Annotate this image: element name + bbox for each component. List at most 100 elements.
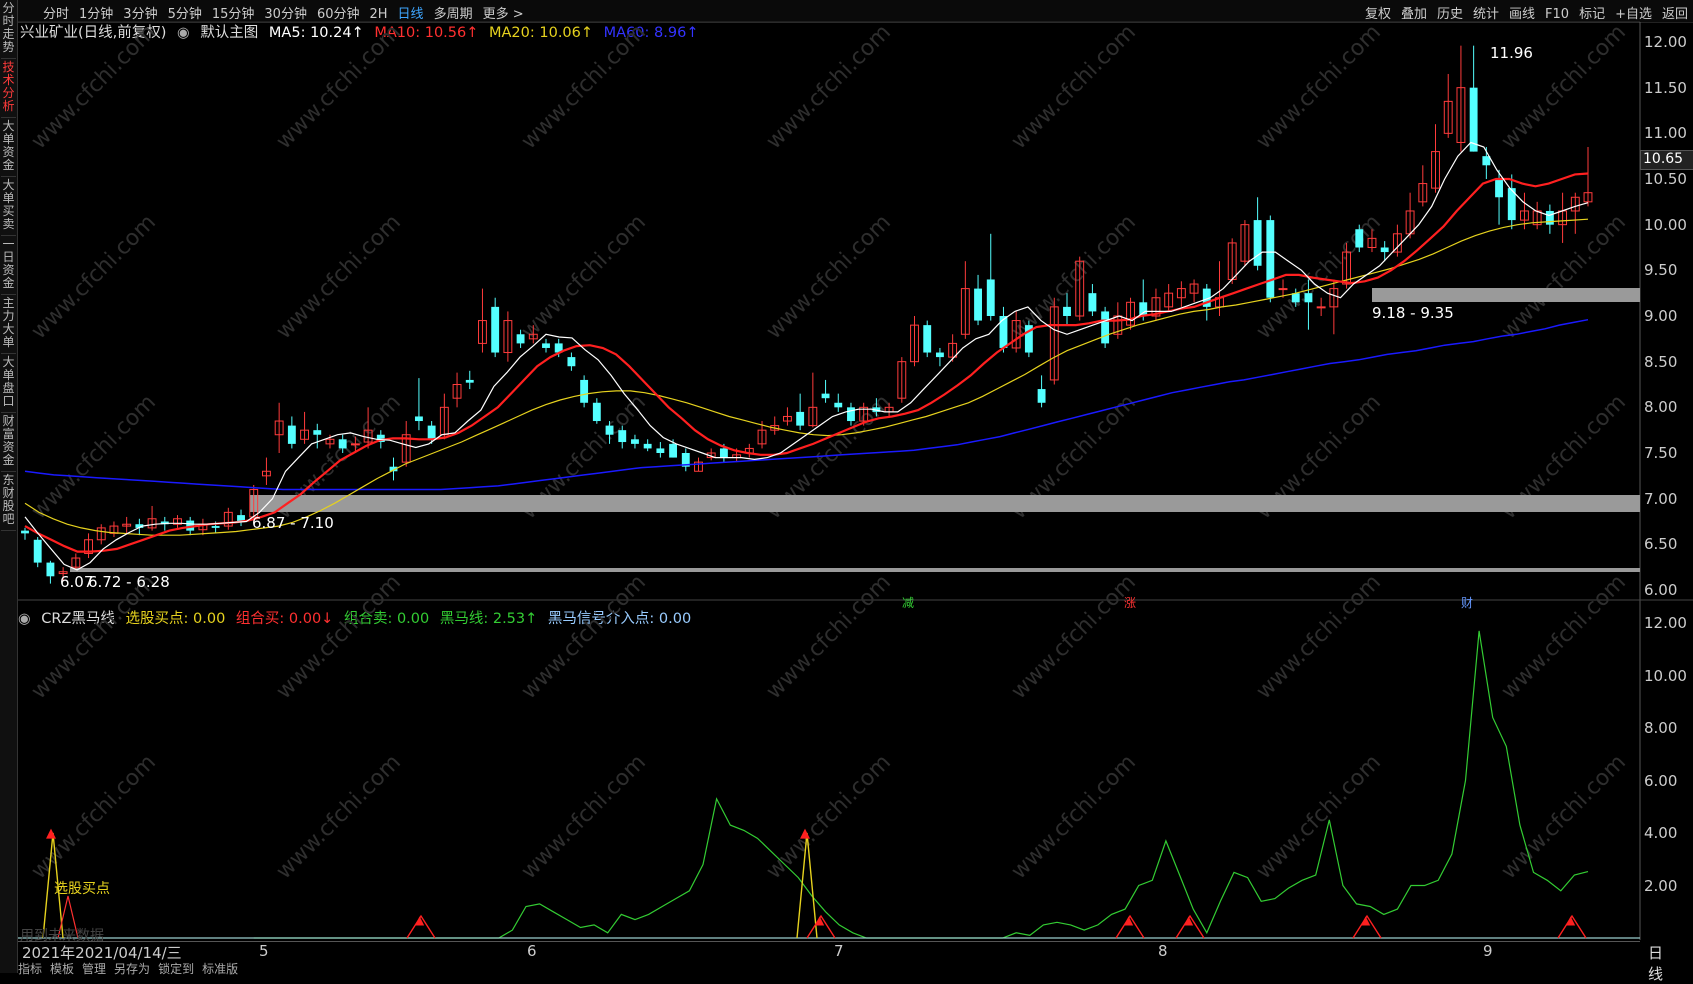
bottom-tab[interactable]: 锁定到 bbox=[158, 962, 194, 976]
red-arrow-icon: ▲ bbox=[1124, 913, 1134, 927]
sidebar-item[interactable]: 技术分析 bbox=[1, 61, 16, 118]
low-label: 6.07 bbox=[60, 573, 93, 591]
chart-canvas[interactable]: www.cfchi.com www.cfchi.com www.cfchi.com w… bbox=[0, 0, 1693, 973]
candle-body bbox=[782, 415, 792, 422]
sidebar-item[interactable]: 主力大单 bbox=[1, 297, 16, 354]
buy-spike bbox=[42, 832, 64, 939]
zhs-value: 组合卖: 0.00 bbox=[343, 611, 430, 627]
settings-icon[interactable]: ◉ bbox=[177, 25, 190, 41]
watermark-text: www.cfchi.com bbox=[517, 210, 651, 344]
candle-body bbox=[1392, 233, 1402, 253]
candle-body bbox=[821, 393, 830, 399]
stock-title: 兴业矿业(日线,前复权) bbox=[20, 25, 167, 41]
toolbar-action[interactable]: 历史 bbox=[1432, 0, 1468, 25]
candle-body bbox=[1037, 389, 1046, 403]
candle-body bbox=[1240, 224, 1250, 262]
candle-body bbox=[338, 439, 347, 449]
toolbar-action[interactable]: 叠加 bbox=[1396, 0, 1432, 25]
indicator-name[interactable]: CRZ黑马线 bbox=[41, 611, 115, 627]
current-price-tag: 10.65 bbox=[1640, 150, 1693, 170]
bottom-tab[interactable]: 模板 bbox=[50, 962, 74, 976]
settings-icon[interactable]: ◉ bbox=[18, 611, 31, 627]
candle-body bbox=[1583, 192, 1593, 203]
ma10-line bbox=[24, 172, 1589, 553]
candle-body bbox=[643, 443, 652, 449]
month-label: 7 bbox=[834, 942, 844, 960]
candle-body bbox=[732, 454, 742, 459]
price-tick: 7.00 bbox=[1644, 489, 1678, 508]
sidebar-item[interactable]: 大单买卖 bbox=[1, 179, 16, 236]
main-chart-label[interactable]: 默认主图 bbox=[200, 25, 258, 41]
sidebar-item[interactable]: 一日资金 bbox=[1, 238, 16, 295]
candle-body bbox=[1520, 210, 1529, 221]
watermark-text: www.cfchi.com bbox=[27, 210, 161, 344]
sub-tick: 8.00 bbox=[1644, 719, 1678, 737]
toolbar-action[interactable]: 画线 bbox=[1504, 0, 1540, 25]
sidebar-item[interactable]: 大单盘口 bbox=[1, 356, 16, 413]
candle-body bbox=[834, 402, 843, 408]
candle-body bbox=[1507, 188, 1516, 221]
toolbar-action[interactable]: 统计 bbox=[1468, 0, 1504, 25]
candle-body bbox=[376, 434, 385, 443]
candle-body bbox=[1342, 251, 1352, 285]
watermark-text: www.cfchi.com bbox=[1252, 390, 1386, 524]
watermark-text: www.cfchi.com bbox=[272, 390, 406, 524]
toolbar-action[interactable]: 标记 bbox=[1574, 0, 1610, 25]
sidebar-item[interactable]: 分时走势 bbox=[1, 2, 16, 59]
candle-body bbox=[669, 443, 678, 458]
candle-body bbox=[96, 527, 106, 541]
watermark-text: www.cfchi.com bbox=[1497, 210, 1631, 344]
candle-body bbox=[694, 461, 703, 472]
watermark-text: www.cfchi.com bbox=[272, 210, 406, 344]
price-tick: 7.50 bbox=[1644, 444, 1678, 462]
candle-body bbox=[1291, 293, 1300, 303]
candle-body bbox=[542, 343, 550, 348]
candle-body bbox=[249, 489, 259, 518]
candle-body bbox=[452, 384, 462, 399]
month-label: 9 bbox=[1483, 942, 1493, 960]
candle-body bbox=[1431, 151, 1440, 189]
candle-body bbox=[986, 279, 995, 316]
support-zone bbox=[250, 495, 1640, 512]
toolbar-action[interactable]: 复权 bbox=[1360, 0, 1396, 25]
bottom-tab[interactable]: 管理 bbox=[82, 962, 106, 976]
candle-body bbox=[1253, 220, 1262, 266]
watermark-text: www.cfchi.com bbox=[762, 570, 896, 704]
candle-body bbox=[1545, 210, 1554, 225]
candle-body bbox=[910, 324, 919, 363]
watermark-text: www.cfchi.com bbox=[762, 20, 896, 154]
sidebar-item[interactable]: 东财股吧 bbox=[1, 474, 16, 531]
ma5-value: MA5: 10.24↑ bbox=[268, 25, 364, 41]
candle-body bbox=[1329, 288, 1339, 308]
sidebar-item[interactable]: 大单资金 bbox=[1, 120, 16, 177]
sub-tick: 6.00 bbox=[1644, 771, 1678, 790]
zone2-label: 6.87 - 7.10 bbox=[252, 514, 334, 532]
candle-body bbox=[1215, 297, 1224, 308]
candle-body bbox=[389, 466, 398, 472]
price-tick: 11.00 bbox=[1644, 124, 1687, 143]
candle-body bbox=[1418, 183, 1428, 203]
candle-body bbox=[847, 407, 855, 422]
watermark-text: www.cfchi.com bbox=[517, 570, 651, 704]
candle-body bbox=[363, 429, 373, 443]
red-arrow-icon: ▲ bbox=[46, 826, 56, 841]
candle-body bbox=[58, 571, 68, 575]
sub-tick: 12.00 bbox=[1644, 614, 1687, 632]
candle-body bbox=[21, 530, 29, 534]
candle-body bbox=[1176, 288, 1186, 299]
toolbar-action[interactable]: F10 bbox=[1540, 4, 1574, 25]
red-arrow-icon: ▲ bbox=[800, 826, 810, 841]
candle-body bbox=[1151, 297, 1161, 317]
bottom-tab[interactable]: 标准版 bbox=[202, 962, 238, 976]
candle-body bbox=[1164, 292, 1174, 308]
watermark-text: www.cfchi.com bbox=[27, 390, 161, 524]
bottom-tab[interactable]: 指标 bbox=[18, 962, 42, 976]
candle-body bbox=[1266, 220, 1275, 298]
signal-marker bbox=[1557, 914, 1587, 939]
watermark-text: www.cfchi.com bbox=[762, 210, 896, 344]
watermark-text: www.cfchi.com bbox=[1007, 390, 1141, 524]
sidebar-item[interactable]: 财富资金 bbox=[1, 415, 16, 472]
bottom-tab[interactable]: 另存为 bbox=[114, 962, 150, 976]
candle-body bbox=[999, 316, 1008, 348]
hmx-value: 黑马线: 2.53↑ bbox=[439, 611, 538, 627]
